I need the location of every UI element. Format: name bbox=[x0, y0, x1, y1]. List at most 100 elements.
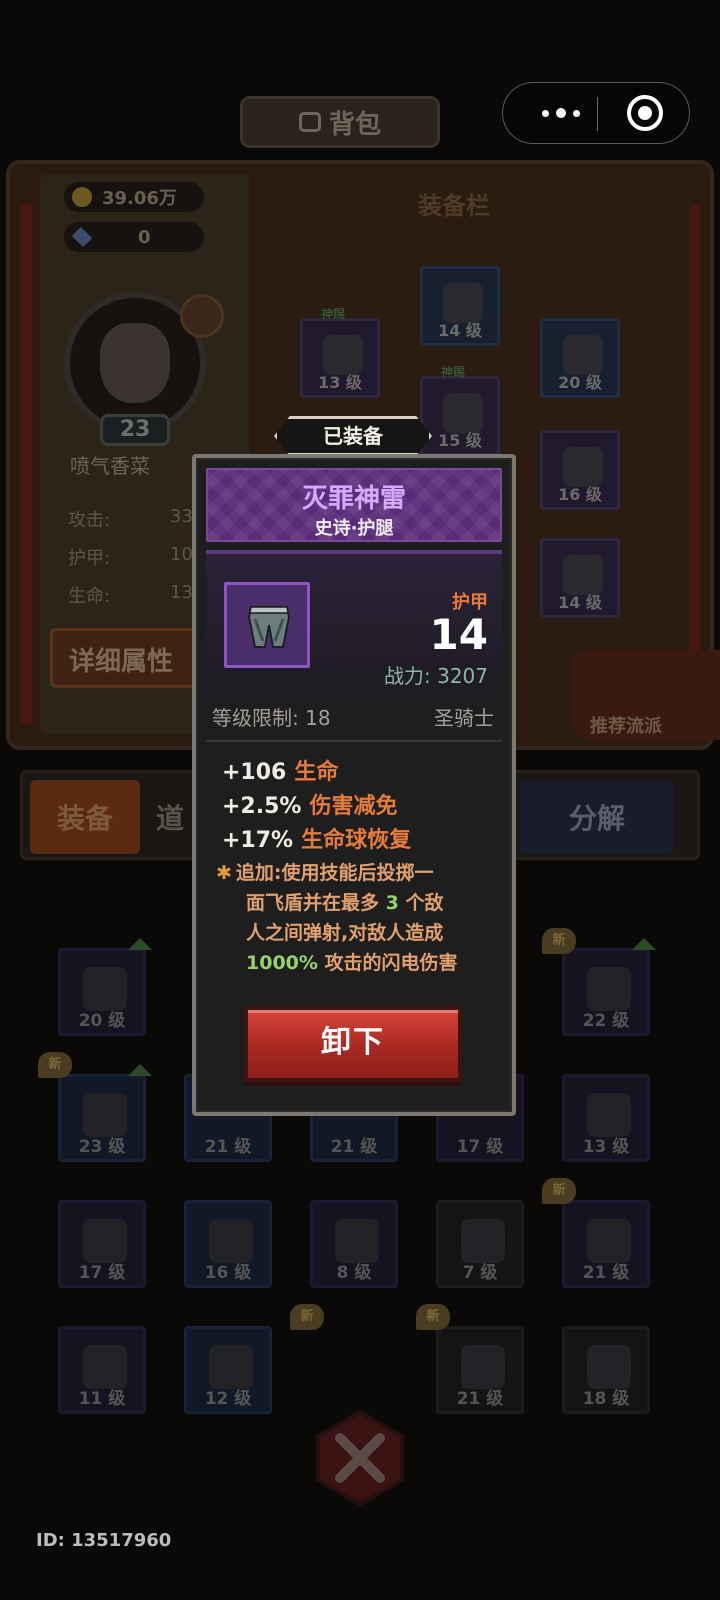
tab-items[interactable]: 道 bbox=[150, 780, 190, 854]
slot-level: 13 级 bbox=[582, 1137, 630, 1157]
slot-level: 17 级 bbox=[78, 1263, 126, 1283]
star-icon: ✱ bbox=[216, 862, 232, 884]
slot-level: 17 级 bbox=[456, 1137, 504, 1157]
panel-left-bar bbox=[20, 204, 32, 724]
item-rarity-type: 史诗·护腿 bbox=[314, 518, 394, 539]
gem-amount: 0 bbox=[138, 226, 151, 248]
slot-level: 20 级 bbox=[78, 1011, 126, 1031]
power-label: 战力: bbox=[383, 664, 431, 688]
item-name: 灭罪神雷 bbox=[301, 484, 406, 514]
bonus-value: +17% bbox=[222, 828, 294, 853]
slot-level: 7 级 bbox=[462, 1263, 498, 1283]
inventory-slot[interactable]: 11 级 bbox=[58, 1326, 146, 1414]
inventory-slot[interactable]: 8 级 bbox=[310, 1200, 398, 1288]
item-icon-frame bbox=[224, 582, 310, 668]
coin-icon bbox=[72, 187, 92, 207]
equip-slot-helmet[interactable]: 14 级 bbox=[420, 266, 500, 346]
tab-equipment[interactable]: 装备 bbox=[30, 780, 140, 854]
slot-level: 16 级 bbox=[558, 485, 602, 504]
leg-armor-icon bbox=[209, 1219, 253, 1263]
sword-icon bbox=[587, 1345, 631, 1389]
main-stat-value: 14 bbox=[429, 610, 488, 659]
slot-level: 22 级 bbox=[582, 1011, 630, 1031]
avatar-portrait bbox=[100, 323, 170, 403]
stat-value-attack: 33 bbox=[170, 506, 193, 527]
slot-level: 18 级 bbox=[582, 1389, 630, 1409]
close-icon[interactable] bbox=[310, 1408, 410, 1508]
boots-icon bbox=[587, 967, 631, 1011]
inventory-slot[interactable]: 12 级 bbox=[184, 1326, 272, 1414]
user-id: ID: 13517960 bbox=[36, 1530, 172, 1551]
bag-title-plate: 背包 bbox=[240, 96, 440, 148]
item-info-box: 护甲 14 战力: 3207 bbox=[206, 550, 502, 692]
inventory-slot[interactable]: 17 级 bbox=[58, 1200, 146, 1288]
slot-level: 12 级 bbox=[204, 1389, 252, 1409]
bonus-stat: +17% 生命球恢复 bbox=[222, 822, 411, 854]
equip-slot-ring[interactable]: 16 级 bbox=[540, 430, 620, 510]
sword-icon bbox=[461, 1345, 505, 1389]
extra-highlight: 3 bbox=[385, 892, 399, 914]
upgrade-arrow-icon bbox=[632, 938, 656, 950]
slot-level: 21 级 bbox=[456, 1389, 504, 1409]
ring-icon bbox=[83, 1345, 127, 1389]
inventory-slot[interactable]: 20 级 bbox=[58, 948, 146, 1036]
amulet-icon bbox=[209, 1345, 253, 1389]
detail-attributes-button[interactable]: 详细属性 bbox=[50, 628, 210, 688]
stat-label-attack: 攻击: bbox=[68, 510, 111, 531]
slot-level: 23 级 bbox=[78, 1137, 126, 1157]
recommend-build-label: 推荐流派 bbox=[590, 716, 662, 737]
inventory-slot[interactable]: 7 级 bbox=[436, 1200, 524, 1288]
inventory-slot[interactable]: 23 级 bbox=[58, 1074, 146, 1162]
divine-tag: 神赐 bbox=[321, 307, 346, 321]
new-badge: 新 bbox=[38, 1052, 72, 1078]
extra-line: 人之间弹射,对敌人造成 bbox=[246, 922, 444, 944]
close-miniprogram-icon[interactable] bbox=[627, 95, 663, 131]
slot-level: 20 级 bbox=[558, 373, 602, 392]
player-name: 喷气香菜 bbox=[70, 454, 150, 478]
upgrade-arrow-icon bbox=[128, 1064, 152, 1076]
bag-icon bbox=[298, 112, 321, 132]
inventory-slot[interactable]: 22 级 bbox=[562, 948, 650, 1036]
tab-decompose[interactable]: 分解 bbox=[520, 780, 674, 854]
inventory-slot[interactable]: 21 级 bbox=[562, 1200, 650, 1288]
leg-armor-icon bbox=[247, 606, 291, 648]
extra-line: 追加:使用技能后投掷一 bbox=[235, 862, 434, 884]
gem-counter: 0 bbox=[64, 222, 204, 252]
bonus-name: 伤害减免 bbox=[309, 794, 398, 819]
miniprogram-capsule bbox=[502, 82, 690, 144]
boots-icon bbox=[461, 1219, 505, 1263]
new-badge: 新 bbox=[542, 1178, 576, 1204]
equip-slot-shoulder[interactable]: 神赐 13 级 bbox=[300, 307, 380, 398]
more-menu-icon[interactable] bbox=[531, 83, 591, 143]
extra-line: 面飞盾并在最多 bbox=[246, 892, 386, 914]
inventory-slot[interactable]: 18 级 bbox=[562, 1326, 650, 1414]
extra-line: 个敌 bbox=[398, 892, 444, 914]
inventory-slot[interactable]: 13 级 bbox=[562, 1074, 650, 1162]
gold-counter: 39.06万 bbox=[64, 182, 204, 212]
item-header: 灭罪神雷 史诗·护腿 bbox=[206, 468, 502, 542]
sword-icon bbox=[83, 967, 127, 1011]
inventory-slot[interactable]: 21 级 bbox=[436, 1326, 524, 1414]
slot-level: 16 级 bbox=[204, 1263, 252, 1283]
slot-level: 14 级 bbox=[438, 321, 482, 340]
slot-level: 21 级 bbox=[330, 1137, 378, 1157]
refresh-icon[interactable] bbox=[180, 294, 224, 338]
equip-slot-shield[interactable]: 14 级 bbox=[540, 538, 620, 618]
slot-level: 15 级 bbox=[438, 431, 482, 450]
divine-tag: 神赐 bbox=[441, 365, 466, 379]
new-badge: 新 bbox=[542, 928, 576, 954]
helmet-icon bbox=[83, 1093, 127, 1137]
equip-slot-chest[interactable]: 神赐 15 级 bbox=[420, 365, 500, 456]
equip-slot-amulet[interactable]: 20 级 bbox=[540, 318, 620, 398]
upgrade-arrow-icon bbox=[128, 938, 152, 950]
inventory-slot[interactable]: 16 级 bbox=[184, 1200, 272, 1288]
leg-armor-icon bbox=[335, 1219, 379, 1263]
unequip-button[interactable]: 卸下 bbox=[244, 1006, 462, 1082]
class-restriction: 圣骑士 bbox=[434, 706, 494, 730]
stat-label-hp: 生命: bbox=[68, 586, 111, 607]
bag-title: 背包 bbox=[328, 109, 381, 140]
slot-level: 11 级 bbox=[78, 1389, 126, 1409]
extra-highlight: 1000% bbox=[246, 952, 318, 974]
bonus-value: +106 bbox=[222, 760, 287, 785]
gauntlet-icon bbox=[587, 1093, 631, 1137]
